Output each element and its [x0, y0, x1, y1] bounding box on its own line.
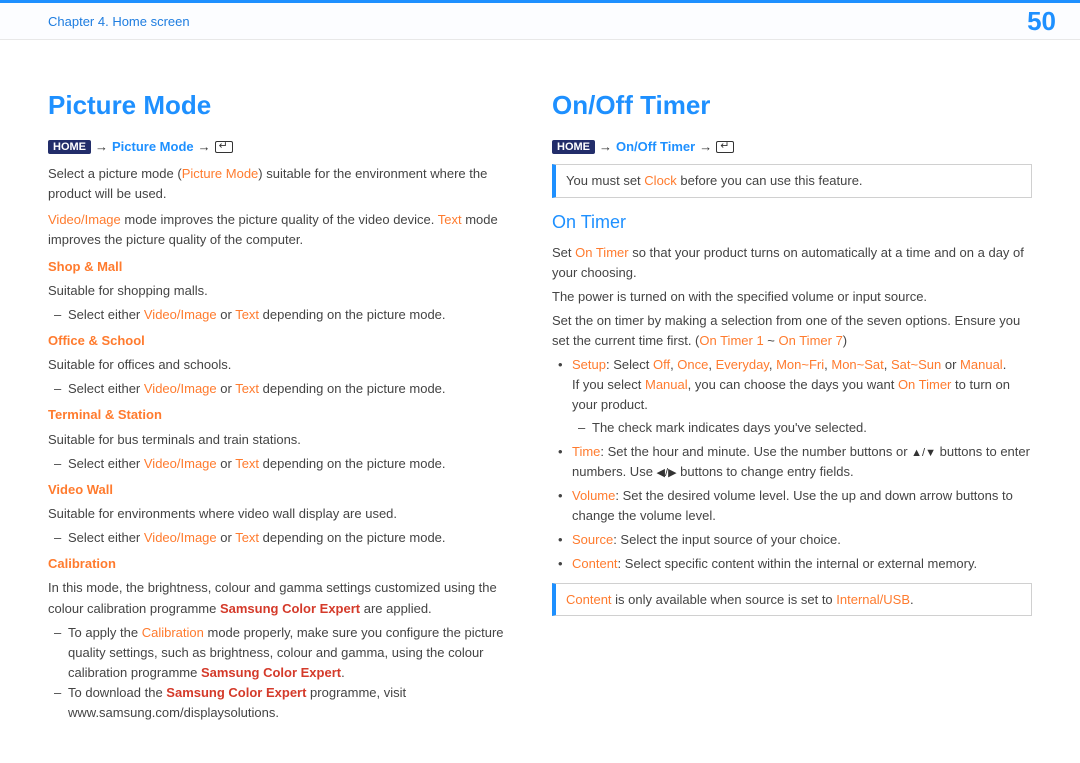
nav-highlight: On/Off Timer	[616, 139, 695, 154]
arrow-icon: →	[95, 139, 108, 154]
nav-highlight: Picture Mode	[112, 139, 194, 154]
label-calibration: Calibration	[48, 556, 116, 571]
intro-paragraph-1: Select a picture mode (Picture Mode) sui…	[48, 164, 528, 204]
breadcrumb[interactable]: Chapter 4. Home screen	[48, 14, 190, 29]
group-office-school: Office & School Suitable for offices and…	[48, 331, 528, 399]
bullet-office-school: Select either Video/Image or Text depend…	[48, 379, 528, 399]
bullet-terminal-station: Select either Video/Image or Text depend…	[48, 454, 528, 474]
desc-calibration: In this mode, the brightness, colour and…	[48, 578, 528, 618]
ontimer-p1: Set On Timer so that your product turns …	[552, 243, 1032, 283]
nav-path-picture-mode: HOME → Picture Mode →	[48, 139, 528, 154]
bullet-volume: Volume: Set the desired volume level. Us…	[552, 486, 1032, 526]
desc-office-school: Suitable for offices and schools.	[48, 355, 528, 375]
intro-paragraph-2: Video/Image mode improves the picture qu…	[48, 210, 528, 250]
enter-icon	[716, 141, 734, 153]
content-area: Picture Mode HOME → Picture Mode → Selec…	[0, 40, 1080, 723]
bullet-setup: Setup: Select Off, Once, Everyday, Mon~F…	[552, 355, 1032, 438]
calibration-dash-2: To download the Samsung Color Expert pro…	[48, 683, 528, 723]
group-shop-mall: Shop & Mall Suitable for shopping malls.…	[48, 257, 528, 325]
label-office-school: Office & School	[48, 333, 145, 348]
group-terminal-station: Terminal & Station Suitable for bus term…	[48, 405, 528, 473]
bullet-video-wall: Select either Video/Image or Text depend…	[48, 528, 528, 548]
desc-terminal-station: Suitable for bus terminals and train sta…	[48, 430, 528, 450]
section-title-onoff-timer: On/Off Timer	[552, 90, 1032, 121]
enter-icon	[215, 141, 233, 153]
ontimer-p2: The power is turned on with the specifie…	[552, 287, 1032, 307]
group-calibration: Calibration In this mode, the brightness…	[48, 554, 528, 723]
home-badge: HOME	[48, 140, 91, 154]
bullet-shop-mall: Select either Video/Image or Text depend…	[48, 305, 528, 325]
arrow-icon: →	[198, 139, 211, 154]
group-video-wall: Video Wall Suitable for environments whe…	[48, 480, 528, 548]
up-down-icon: ▲/▼	[911, 445, 936, 462]
left-right-icon: ◀/▶	[657, 465, 677, 482]
arrow-icon: →	[699, 139, 712, 154]
label-shop-mall: Shop & Mall	[48, 259, 122, 274]
right-column: On/Off Timer HOME → On/Off Timer → You m…	[552, 90, 1032, 723]
calibration-dash-1: To apply the Calibration mode properly, …	[48, 623, 528, 683]
callout-content: Content is only available when source is…	[552, 583, 1032, 617]
desc-shop-mall: Suitable for shopping malls.	[48, 281, 528, 301]
bullet-source: Source: Select the input source of your …	[552, 530, 1032, 550]
home-badge: HOME	[552, 140, 595, 154]
desc-video-wall: Suitable for environments where video wa…	[48, 504, 528, 524]
page-number: 50	[1027, 6, 1056, 37]
nav-path-onoff-timer: HOME → On/Off Timer →	[552, 139, 1032, 154]
label-video-wall: Video Wall	[48, 482, 113, 497]
ontimer-p3: Set the on timer by making a selection f…	[552, 311, 1032, 351]
callout-clock: You must set Clock before you can use th…	[552, 164, 1032, 198]
section-title-picture-mode: Picture Mode	[48, 90, 528, 121]
bullet-content: Content: Select specific content within …	[552, 554, 1032, 574]
top-bar: Chapter 4. Home screen 50	[0, 0, 1080, 40]
bullet-time: Time: Set the hour and minute. Use the n…	[552, 442, 1032, 482]
left-column: Picture Mode HOME → Picture Mode → Selec…	[48, 90, 528, 723]
label-terminal-station: Terminal & Station	[48, 407, 162, 422]
setup-dash-1: The check mark indicates days you've sel…	[572, 418, 1032, 438]
subsection-on-timer: On Timer	[552, 212, 1032, 233]
arrow-icon: →	[599, 139, 612, 154]
